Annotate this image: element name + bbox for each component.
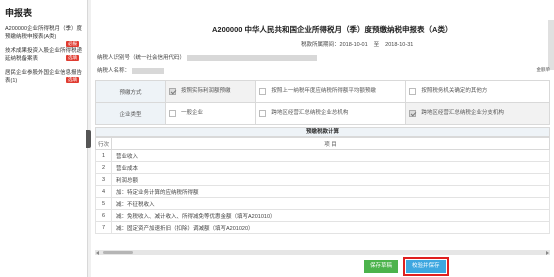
period-separator: 至	[373, 42, 380, 48]
row-number: 2	[95, 161, 112, 174]
sidebar-item-foreign-shareholding[interactable]: 居民企业参股外国企业信息报告表(1) 选填	[0, 65, 87, 87]
checkbox-icon[interactable]	[169, 110, 176, 117]
optional-badge: 选填	[66, 55, 79, 61]
table-row: 2 营业成本	[95, 161, 550, 174]
taxpayer-id-label: 纳税人识别号（统一社会信用代码）	[97, 55, 186, 61]
optional-badge: 选填	[66, 77, 79, 83]
sidebar-item-tech-investment[interactable]: 技术成果投资入股企业所得税递延纳税备案表 选填	[0, 43, 87, 65]
sidebar-item-label: A200000企业所得税月（季）度预缴纳税申报表(A类)	[5, 26, 83, 40]
row-number: 4	[95, 185, 112, 198]
col-item-header: 项 目	[111, 137, 550, 150]
checkbox-icon[interactable]	[259, 88, 267, 95]
scroll-right-icon[interactable]	[546, 251, 549, 255]
company-type-row: 企业类型 一般企业 跨地区经营汇总纳税企业总机构 跨地区经营汇总纳税企业分支机构	[95, 102, 550, 125]
row-item: 利润总额	[111, 173, 550, 186]
company-option-general[interactable]: 一般企业	[164, 102, 257, 125]
taxpayer-id-value	[187, 54, 318, 61]
scroll-left-icon[interactable]	[96, 251, 99, 255]
save-draft-button[interactable]: 保存草稿	[364, 260, 399, 273]
option-label: 跨地区经营汇总纳税企业总机构	[271, 110, 349, 116]
prepay-method-label: 预缴方式	[95, 80, 166, 103]
taxpayer-name-label: 纳税人名称：	[97, 68, 131, 74]
company-type-label: 企业类型	[95, 102, 166, 125]
col-line-header: 行次	[95, 137, 112, 150]
row-number: 6	[95, 209, 112, 222]
row-item: 营业成本	[111, 161, 550, 174]
sidebar: 申报表 A200000企业所得税月（季）度预缴纳税申报表(A类) 必报 技术成果…	[0, 0, 88, 277]
period-label: 税款所属期间：	[301, 42, 340, 48]
prepay-option-prior-year-average[interactable]: 按照上一纳税年度应纳税所得额平均额预缴	[255, 80, 407, 103]
row-number: 3	[95, 173, 112, 186]
horizontal-scrollbar[interactable]	[95, 250, 550, 255]
row-number: 1	[95, 149, 112, 162]
table-row: 3 利润总额	[95, 173, 550, 186]
calc-header-row: 行次 项 目	[95, 137, 550, 150]
table-row: 4 加：特定业务计算的应纳税所得额	[95, 185, 550, 198]
period-start: 2018-10-01	[339, 42, 368, 48]
table-row: 1 营业收入	[95, 149, 550, 162]
option-label: 按照上一纳税年度应纳税所得额平均额预缴	[271, 88, 376, 94]
amount-unit: 金额单	[536, 67, 551, 72]
option-label: 按照实际利润额预缴	[181, 88, 231, 94]
company-option-branch[interactable]: 跨地区经营汇总纳税企业分支机构	[405, 102, 550, 125]
checkbox-icon[interactable]	[409, 88, 417, 95]
option-label: 按照税务机关确定的其他方	[421, 88, 488, 94]
tax-period: 税款所属期间：2018-10-01 至 2018-10-31	[301, 40, 419, 48]
taxpayer-name-row: 纳税人名称：	[97, 66, 165, 74]
form-title: A200000 中华人民共和国企业所得税月（季）度预缴纳税申报表（A类）	[212, 25, 453, 34]
checkbox-checked-icon[interactable]	[169, 88, 176, 95]
calc-section-title: 预缴税款计算	[95, 127, 550, 137]
period-end: 2018-10-31	[385, 42, 414, 48]
table-row: 7 减：固定资产加速折旧（扣除）调减额（填写A201020）	[95, 221, 550, 234]
row-number: 5	[95, 197, 112, 210]
prepay-option-actual-profit[interactable]: 按照实际利润额预缴	[164, 80, 257, 103]
row-number: 7	[95, 221, 112, 234]
sidebar-title: 申报表	[5, 8, 33, 18]
prepay-method-row: 预缴方式 按照实际利润额预缴 按照上一纳税年度应纳税所得额平均额预缴 按照税务机…	[95, 80, 550, 103]
company-option-head-office[interactable]: 跨地区经营汇总纳税企业总机构	[255, 102, 407, 125]
sidebar-item-a200000[interactable]: A200000企业所得税月（季）度预缴纳税申报表(A类) 必报	[0, 23, 87, 47]
row-item: 营业收入	[111, 149, 550, 162]
verify-save-button[interactable]: 校验并保存	[403, 257, 449, 276]
option-label: 一般企业	[181, 110, 204, 116]
row-item: 减：免税收入、减计收入、所得减免等优惠金额（填写A201010）	[111, 209, 550, 222]
row-item: 减：固定资产加速折旧（扣除）调减额（填写A201020）	[111, 221, 550, 234]
calc-table: 行次 项 目 1 营业收入 2 营业成本 3 利润总额 4 加：特定业务计算的应纳税所得…	[95, 137, 550, 234]
row-item: 加：特定业务计算的应纳税所得额	[111, 185, 550, 198]
app-window: 申报表 A200000企业所得税月（季）度预缴纳税申报表(A类) 必报 技术成果…	[0, 0, 554, 277]
prepay-option-tax-authority[interactable]: 按照税务机关确定的其他方	[405, 80, 550, 103]
declaration-options-table: 预缴方式 按照实际利润额预缴 按照上一纳税年度应纳税所得额平均额预缴 按照税务机…	[95, 80, 550, 125]
vertical-scrollbar[interactable]	[548, 20, 554, 70]
table-row: 5 减：不征税收入	[95, 197, 550, 210]
row-item: 减：不征税收入	[111, 197, 550, 210]
checkbox-checked-icon[interactable]	[409, 110, 417, 117]
option-label: 跨地区经营汇总纳税企业分支机构	[421, 110, 504, 116]
checkbox-icon[interactable]	[259, 110, 267, 117]
main-form: A200000 中华人民共和国企业所得税月（季）度预缴纳税申报表（A类） 税款所…	[91, 0, 554, 277]
taxpayer-name-value	[132, 67, 165, 74]
taxpayer-id-row: 纳税人识别号（统一社会信用代码）	[97, 53, 318, 61]
table-row: 6 减：免税收入、减计收入、所得减免等优惠金额（填写A201010）	[95, 209, 550, 222]
scroll-thumb[interactable]	[103, 251, 133, 254]
